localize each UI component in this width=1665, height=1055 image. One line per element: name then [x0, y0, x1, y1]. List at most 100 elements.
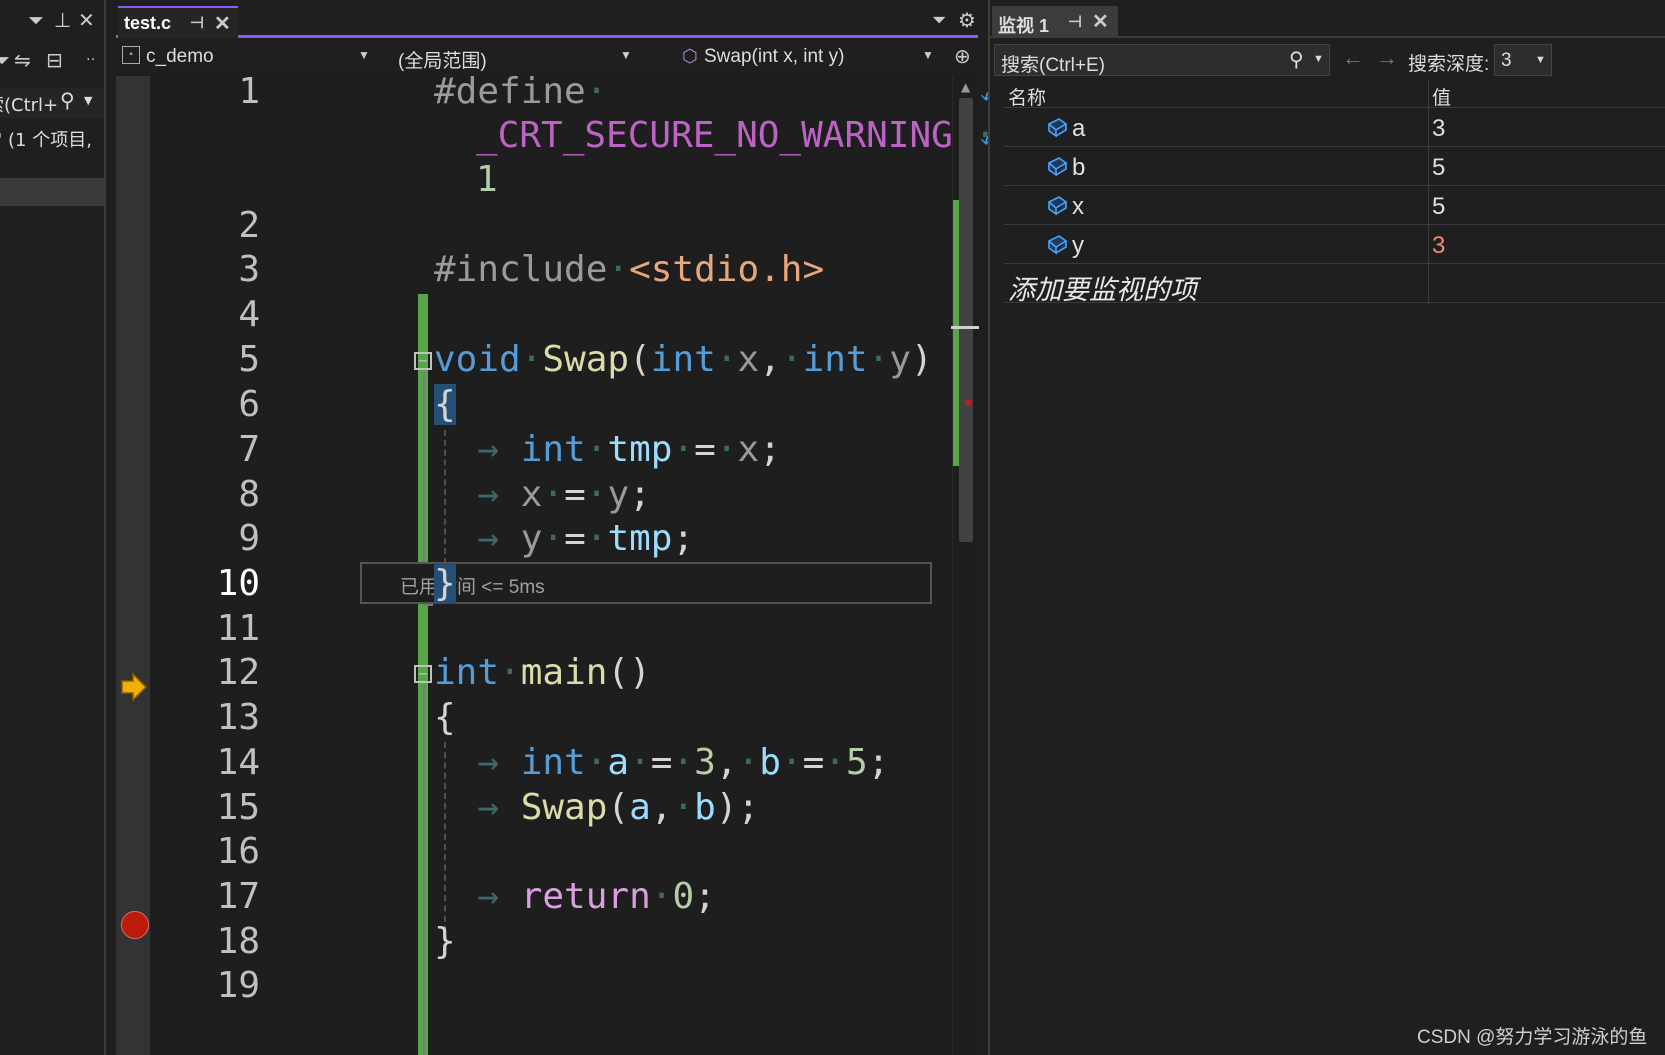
- chevron-down-icon: ▼: [1535, 54, 1546, 66]
- watch-var-value[interactable]: 3: [1432, 115, 1445, 143]
- code-editor: test.c ⊣ ✕ ⏷ ⚙ ▪ c_demo ▼ (全局范围) ▼ ⬡ Swa…: [116, 0, 1008, 1055]
- watch-tab-bar: 监视 1 ⊣ ✕: [990, 0, 1665, 38]
- search-depth-value: 3: [1501, 50, 1512, 71]
- more-icon[interactable]: ‥: [86, 48, 95, 64]
- watch-row[interactable]: y 3: [1004, 225, 1665, 264]
- token-brace: }: [434, 921, 456, 962]
- chevron-down-icon[interactable]: ⏷: [932, 10, 946, 31]
- chevron-down-icon: ▼: [620, 48, 632, 62]
- scrollbar-breakpoint-marker: [965, 400, 971, 406]
- column-header-value[interactable]: 值: [1432, 83, 1451, 110]
- token-keyword: int: [520, 429, 586, 470]
- token-variable: a: [629, 787, 651, 828]
- line-number: 16: [216, 831, 260, 872]
- token-variable: tmp: [607, 518, 673, 559]
- execution-pointer-icon: [121, 672, 148, 702]
- chevron-down-icon[interactable]: ⏷: [0, 48, 10, 72]
- chevron-down-icon: ▼: [358, 48, 370, 62]
- watch-var-value-changed[interactable]: 3: [1432, 232, 1445, 260]
- line-number: 6: [238, 384, 260, 425]
- chevron-down-icon[interactable]: ⏷: [28, 8, 44, 32]
- outline-line: [423, 685, 425, 1055]
- close-icon[interactable]: ✕: [78, 8, 95, 32]
- panel-toolbar-2: ⏷ ⇋ ⊟ ‥: [0, 48, 104, 78]
- panel-toolbar: ⏷ ⊥ ✕: [0, 8, 104, 38]
- code-line-1-wrap2: 1: [476, 156, 498, 204]
- code-line-12: int·main(): [434, 652, 651, 693]
- search-icon[interactable]: ⚲: [1289, 47, 1304, 72]
- code-line-18: }: [434, 918, 456, 966]
- line-number: 4: [238, 294, 260, 335]
- scrollbar-caret-marker: [951, 326, 979, 329]
- add-watch-placeholder[interactable]: 添加要监视的项: [1008, 268, 1197, 307]
- search-depth-select[interactable]: 3 ▼: [1494, 44, 1552, 76]
- search-icon[interactable]: ⚲: [60, 88, 75, 112]
- brace-match: {: [434, 384, 456, 425]
- token-header: <stdio.h>: [629, 249, 825, 290]
- watch-search-input[interactable]: 搜索(Ctrl+E) ⚲ ▼: [994, 44, 1330, 76]
- line-number: 1: [238, 71, 260, 112]
- watch-var-value[interactable]: 5: [1432, 193, 1445, 221]
- vertical-scrollbar[interactable]: ▲: [951, 76, 979, 1055]
- chevron-down-icon[interactable]: ▼: [84, 94, 92, 107]
- outline-end: [423, 604, 433, 606]
- code-line-1-wrap: _CRT_SECURE_NO_WARNINGS·: [476, 115, 997, 156]
- function-dropdown[interactable]: ⬡ Swap(int x, int y) ▼: [680, 42, 948, 72]
- line-number: 7: [238, 429, 260, 470]
- panel-search-box[interactable]: 索(Ctrl+ ⚲ ▼: [0, 88, 104, 118]
- token-define: #define: [434, 71, 586, 112]
- scrollbar-thumb[interactable]: [959, 98, 973, 542]
- breakpoint-icon[interactable]: [121, 911, 149, 939]
- pin-icon[interactable]: ⊥: [54, 8, 71, 32]
- tab-label: 监视 1: [998, 16, 1050, 36]
- code-area[interactable]: 1 2 3 4 5 6 7 8 9 10 11 12 13 14 15 16 1…: [150, 71, 1008, 1055]
- add-watch-row[interactable]: 添加要监视的项: [1004, 264, 1665, 305]
- fold-collapse-icon[interactable]: −: [414, 665, 432, 683]
- gear-icon[interactable]: ⚙: [958, 8, 976, 32]
- line-number: 12: [216, 652, 260, 693]
- code-line-1: #define·: [434, 71, 608, 112]
- watch-var-name: b: [1072, 154, 1086, 181]
- arrow-right-icon[interactable]: →: [1376, 45, 1398, 71]
- token-param: x: [737, 429, 760, 470]
- code-line-3: #include·<stdio.h>: [434, 249, 825, 290]
- pin-icon[interactable]: ⊣: [1068, 12, 1082, 32]
- token-function: Swap: [520, 787, 608, 828]
- token-keyword-control: return: [520, 876, 651, 917]
- chevron-down-icon: ▼: [922, 48, 934, 62]
- token-param: y: [520, 518, 543, 559]
- watch-var-value[interactable]: 5: [1432, 154, 1445, 182]
- scroll-up-icon[interactable]: ▲: [961, 80, 970, 94]
- code-line-13: {: [434, 694, 456, 742]
- watch-var-name: x: [1072, 193, 1084, 220]
- selected-row[interactable]: [0, 178, 104, 206]
- token-keyword: int: [520, 742, 586, 783]
- watch-row[interactable]: x 5: [1004, 186, 1665, 225]
- project-icon: ▪: [122, 46, 140, 64]
- variable-icon: [1047, 196, 1068, 216]
- watch-row[interactable]: b 5: [1004, 147, 1665, 186]
- line-number: 14: [216, 742, 260, 783]
- close-icon[interactable]: ✕: [1092, 9, 1109, 34]
- solution-item[interactable]: " (1 个项目,: [0, 126, 92, 152]
- token-variable: b: [759, 742, 781, 783]
- close-icon[interactable]: ✕: [214, 11, 231, 36]
- pin-icon[interactable]: ⊣: [190, 13, 204, 33]
- watch-toolbar: 搜索(Ctrl+E) ⚲ ▼ ← → 搜索深度: 3 ▼: [990, 42, 1665, 78]
- chevron-down-icon[interactable]: ▼: [1313, 53, 1324, 65]
- tab-test-c[interactable]: test.c ⊣ ✕: [118, 6, 238, 38]
- fold-collapse-icon[interactable]: −: [414, 352, 432, 370]
- token-variable: a: [607, 742, 630, 783]
- watch-search-placeholder: 搜索(Ctrl+E): [1001, 55, 1105, 76]
- tab-watch-1[interactable]: 监视 1 ⊣ ✕: [992, 6, 1118, 38]
- split-editor-icon[interactable]: ⊕: [954, 44, 971, 69]
- token-variable: tmp: [607, 429, 673, 470]
- sync-icon[interactable]: ⇋: [14, 48, 31, 72]
- collapse-icon[interactable]: ⊟: [46, 48, 63, 72]
- line-number: 19: [216, 965, 260, 1006]
- glyph-margin[interactable]: [116, 76, 150, 1055]
- arrow-left-icon[interactable]: ←: [1342, 45, 1364, 71]
- watch-row[interactable]: a 3: [1004, 108, 1665, 147]
- column-header-name[interactable]: 名称: [1008, 83, 1046, 110]
- code-line-8: → x·=·y;: [434, 474, 651, 515]
